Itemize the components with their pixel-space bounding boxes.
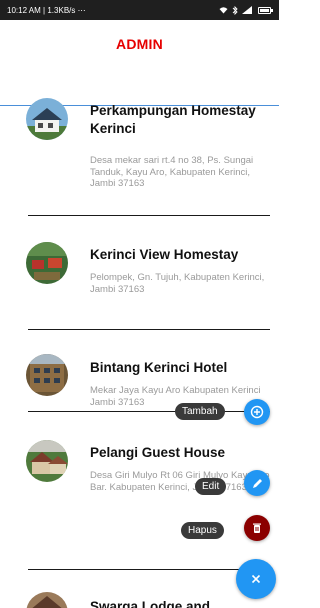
homestay-photo — [26, 440, 68, 482]
trash-icon — [253, 523, 261, 533]
add-label[interactable]: Tambah — [175, 403, 225, 420]
status-time: 10:12 AM — [7, 5, 41, 15]
close-icon — [251, 574, 261, 584]
pencil-icon — [252, 478, 262, 488]
add-button[interactable] — [244, 399, 270, 425]
edit-label[interactable]: Edit — [195, 478, 227, 495]
homestay-photo — [26, 242, 68, 284]
status-net-speed: 1.3KB/s — [47, 5, 76, 15]
homestay-name: Pelangi Guest House — [90, 445, 226, 460]
battery-icon — [258, 6, 273, 14]
delete-button[interactable] — [244, 515, 270, 541]
status-icons — [219, 5, 273, 15]
homestay-photo — [26, 354, 68, 396]
homestay-name: Kerinci View Homestay — [90, 247, 239, 262]
plus-circle-icon — [250, 405, 264, 419]
signal-icon — [242, 6, 252, 14]
wifi-icon — [219, 7, 228, 14]
edit-button[interactable] — [244, 470, 270, 496]
bluetooth-icon — [232, 5, 238, 15]
page-title: ADMIN — [116, 36, 163, 52]
status-bar: 10:12 AM | 1.3KB/s ⋯ — [0, 0, 279, 20]
status-left: 10:12 AM | 1.3KB/s ⋯ — [7, 5, 86, 15]
homestay-address: Desa mekar sari rt.4 no 38, Ps. Sungai T… — [90, 155, 254, 189]
delete-label[interactable]: Hapus — [181, 522, 224, 539]
divider — [28, 215, 270, 216]
homestay-name: Perkampungan Homestay Kerinci — [90, 103, 256, 136]
divider — [28, 569, 270, 570]
app-bar: ADMIN — [0, 20, 279, 106]
homestay-address: Desa Giri Mulyo Rt 06 Giri Mulyo Kayu Ar… — [90, 470, 270, 493]
homestay-name: Bintang Kerinci Hotel — [90, 360, 228, 375]
divider — [28, 329, 270, 330]
close-menu-button[interactable] — [236, 559, 276, 599]
homestay-photo — [26, 592, 68, 608]
homestay-name: Swarga Lodge and — [90, 599, 211, 608]
homestay-photo — [26, 98, 68, 140]
divider — [28, 411, 270, 412]
status-extra: ⋯ — [77, 5, 86, 15]
homestay-address: Pelompek, Gn. Tujuh, Kabupaten Kerinci, … — [90, 272, 265, 295]
